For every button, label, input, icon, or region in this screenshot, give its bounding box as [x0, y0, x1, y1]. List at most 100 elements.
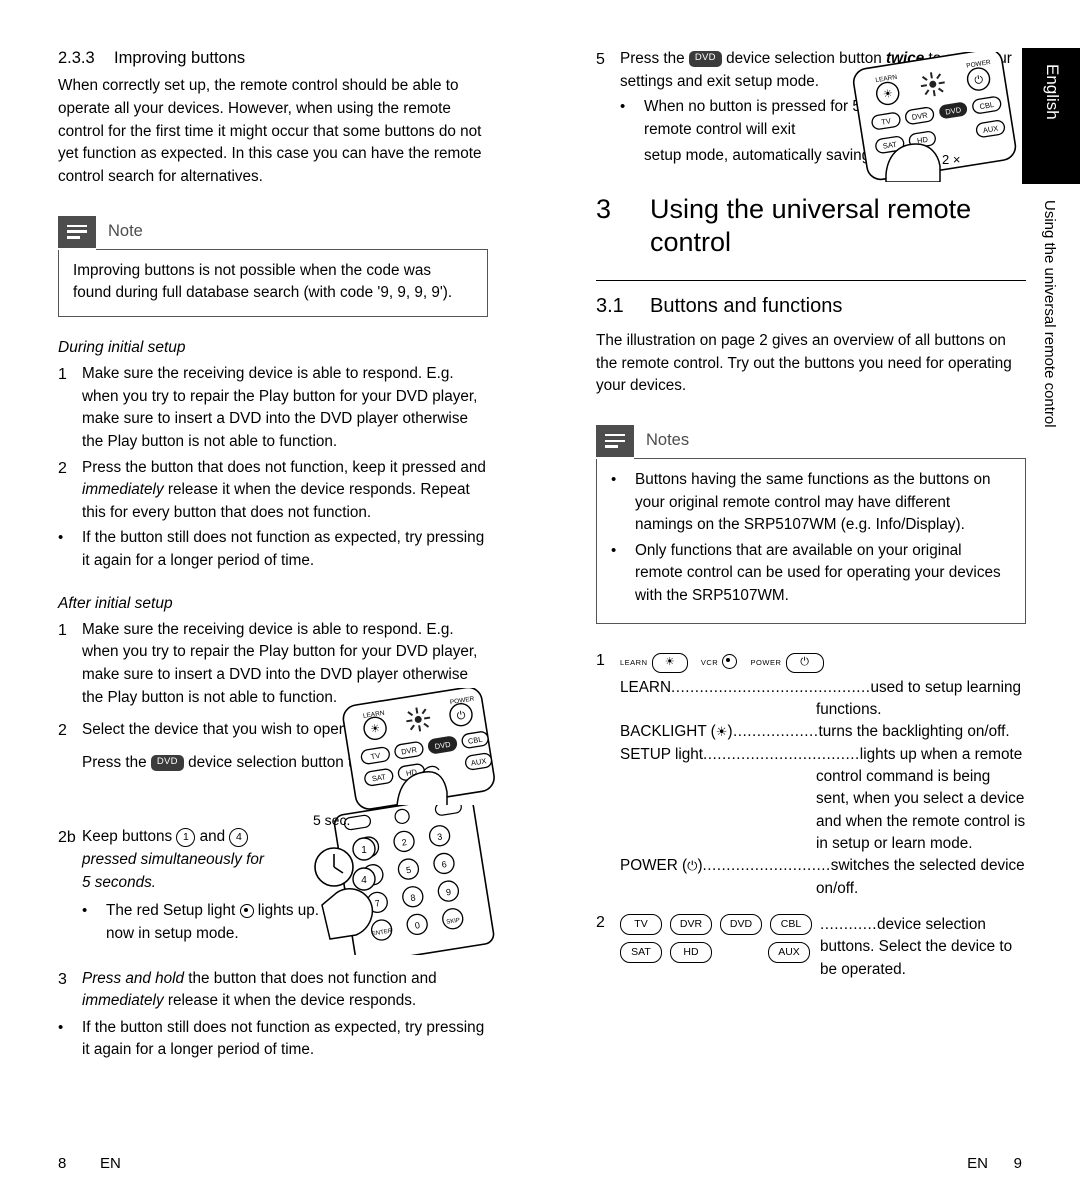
svg-text:☀: ☀: [369, 723, 381, 736]
footer-right: EN 9: [967, 1155, 1022, 1172]
row-number: 2: [596, 914, 605, 931]
five-sec-label: 5 sec.: [313, 812, 351, 828]
hd-key: HD: [670, 942, 712, 963]
svg-text:TV: TV: [881, 116, 892, 126]
subsection-heading: 2.3.3 Improving buttons: [58, 48, 488, 69]
def-learn: LEARN...................................…: [620, 678, 1022, 719]
note-title: Note: [108, 222, 143, 241]
buttons-functions-row: 1 LEARN ☀ VCR POWER ⏻: [596, 652, 1026, 673]
list-item: • Only functions that are available on y…: [611, 540, 1011, 608]
key-1-circle: 1: [176, 827, 196, 847]
list-number: 2b: [58, 829, 76, 847]
after-initial-setup-heading: After initial setup: [58, 594, 173, 612]
list-number: 2: [58, 459, 67, 477]
list-number: 1: [58, 621, 67, 639]
def-power: POWER (⏻)...........................swit…: [620, 857, 1025, 897]
aux-key: AUX: [768, 942, 810, 963]
notes-box: Notes • Buttons having the same function…: [596, 424, 1026, 624]
footer-page-number: 9: [1013, 1155, 1022, 1172]
dvr-key: DVR: [670, 914, 712, 935]
list-text: Only functions that are available on you…: [635, 541, 1001, 605]
section-heading: 3.1 Buttons and functions: [596, 295, 1026, 318]
list-item: 2 Press the button that does not functio…: [58, 457, 488, 525]
list-item: • Buttons having the same functions as t…: [611, 469, 1011, 537]
cbl-key: CBL: [770, 914, 812, 935]
bullet-marker: •: [82, 902, 88, 920]
chapter-number: 3: [596, 194, 612, 225]
power-key-cap: POWER: [750, 657, 782, 667]
list-item: 3 Press and hold the button that does no…: [58, 968, 488, 1013]
list-number: 2: [58, 722, 67, 740]
key-4-circle: 4: [229, 827, 249, 847]
svg-text:4: 4: [361, 875, 367, 886]
list-text: Make sure the receiving device is able t…: [82, 365, 478, 450]
learn-key: LEARN ☀: [620, 652, 688, 673]
setup-light-icon: [722, 654, 738, 670]
remote-illustration-1: LEARN POWER ☀ ⏻ TV DVR DVD CBL SAT HD AU…: [335, 688, 500, 813]
list-text: If the button still does not function as…: [82, 1018, 485, 1059]
document-page: 2.3.3 Improving buttons When correctly se…: [0, 0, 1080, 1193]
subsection-number: 2.3.3: [58, 49, 95, 67]
language-tab: English: [1022, 48, 1080, 184]
footer-page-number: 8: [58, 1155, 67, 1172]
svg-text:2 ×: 2 ×: [942, 152, 960, 167]
vcr-key-cap: VCR: [700, 657, 719, 667]
bullet-marker: •: [611, 470, 617, 488]
buttons-functions-row: 2 TV DVR DVD CBL SAT HD AUX ............devic…: [596, 914, 1026, 981]
dvd-key: DVD: [720, 914, 762, 935]
list-number: 3: [58, 970, 67, 988]
running-head: Using the universal remote control: [1041, 200, 1058, 428]
intro-paragraph: When correctly set up, the remote contro…: [58, 77, 482, 185]
notes-body: • Buttons having the same functions as t…: [596, 458, 1026, 624]
svg-text:1: 1: [361, 845, 367, 856]
side-tab: English Using the universal remote contr…: [1022, 48, 1080, 428]
list-text: Press the button that does not function,…: [82, 458, 486, 521]
row-keys: TV DVR DVD CBL SAT HD AUX ............device …: [620, 914, 1026, 981]
notes-title: Notes: [646, 431, 690, 450]
def-backlight: BACKLIGHT (☀)..................turns the…: [620, 723, 1010, 741]
setup-light-icon: [239, 904, 254, 919]
tv-key: TV: [620, 914, 662, 935]
notes-header: Notes: [596, 424, 1026, 458]
sat-key: SAT: [620, 942, 662, 963]
def-setup-light: SETUP light.............................…: [620, 745, 1026, 853]
footer-language: EN: [100, 1155, 121, 1172]
footer-language: EN: [967, 1155, 988, 1172]
bullet-marker: •: [620, 98, 626, 116]
during-initial-setup-heading: During initial setup: [58, 339, 186, 357]
bullet-marker: •: [58, 529, 64, 547]
chapter-heading: 3 Using the universal remote control: [596, 193, 1026, 258]
section-intro: The illustration on page 2 gives an over…: [596, 331, 1012, 395]
power-key: POWER ⏻: [751, 652, 824, 673]
note-header: Note: [58, 215, 488, 249]
footer-left: 8 EN: [58, 1155, 121, 1172]
section-number: 3.1: [596, 294, 624, 317]
bullet-marker: •: [58, 1018, 64, 1036]
remote-illustration-3: LEARN POWER ☀ ⏻ TV DVR DVD CBL SAT HD AU…: [850, 52, 1025, 182]
note-icon: [58, 215, 96, 248]
note-text: Improving buttons is not possible when t…: [58, 249, 488, 318]
language-tab-label: English: [1043, 64, 1062, 120]
list-item: • If the button still does not function …: [58, 1017, 488, 1062]
note-box: Note Improving buttons is not possible w…: [58, 215, 488, 318]
section-divider: [596, 279, 1026, 281]
dvd-key-pill: DVD: [688, 50, 722, 67]
row1-definitions: LEARN...................................…: [620, 677, 1026, 900]
bullet-marker: •: [611, 541, 617, 559]
subsection-title: Improving buttons: [114, 49, 246, 67]
power-icon: ⏻: [785, 652, 824, 673]
vcr-key: VCR: [701, 652, 738, 670]
svg-text:☀: ☀: [882, 88, 894, 101]
section-title: Buttons and functions: [650, 294, 843, 317]
dvd-key-pill: DVD: [150, 754, 184, 771]
backlight-icon: ☀: [651, 652, 688, 673]
row-keys: LEARN ☀ VCR POWER ⏻: [620, 652, 1026, 673]
learn-key-cap: LEARN: [620, 657, 648, 667]
note-icon: [596, 424, 634, 457]
list-text: If the button still does not function as…: [82, 529, 485, 570]
right-column: 5 Press the DVD device selection button …: [596, 48, 1026, 985]
list-item: • If the button still does not function …: [58, 527, 488, 572]
chapter-title: Using the universal remote control: [650, 194, 972, 257]
svg-text:TV: TV: [370, 751, 381, 761]
list-number: 5: [596, 51, 605, 68]
